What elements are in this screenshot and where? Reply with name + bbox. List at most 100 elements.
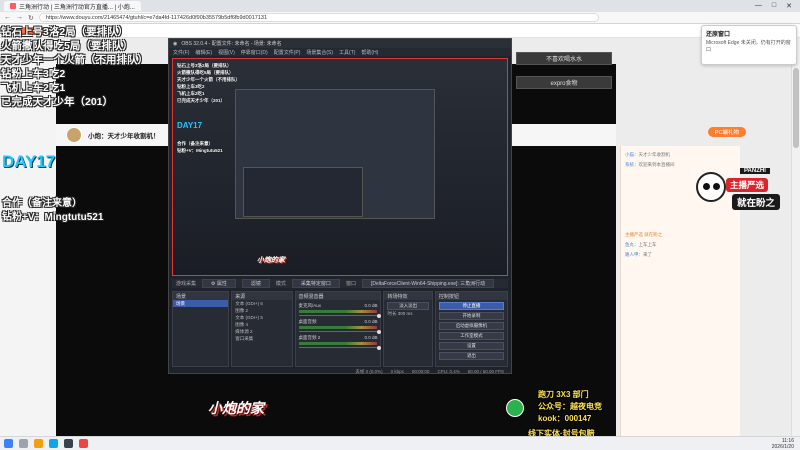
obs-menu-scene-collection[interactable]: 场景集合(S) — [306, 49, 333, 56]
source-item[interactable]: 媒体源 2 — [232, 328, 291, 335]
transitions-dock: 转场特效 淡入淡出 时长 300 ms — [383, 291, 433, 367]
obs-source-toolbar: 游戏采集 ⚙ 属性 滤镜 模式 采集特定窗口 窗口 [DeltaForceCli… — [172, 279, 508, 288]
filters-button[interactable]: 滤镜 — [241, 279, 270, 288]
properties-button[interactable]: ⚙ 属性 — [202, 279, 236, 288]
dark-button-2[interactable]: expro食物 — [516, 76, 612, 89]
audio-meter — [298, 326, 378, 329]
sources-dock-title: 来源 — [232, 292, 292, 300]
start-icon[interactable] — [4, 439, 13, 448]
source-item[interactable]: 图像 4 — [232, 321, 291, 328]
volume-knob[interactable] — [376, 345, 381, 350]
forward-icon[interactable]: → — [16, 14, 23, 21]
source-name: 游戏采集 — [176, 281, 197, 287]
channel-level: 0.0 dB — [364, 335, 378, 340]
coop-line-2: 钻粉+V：Mingtutu521 — [2, 212, 104, 223]
obs-menu-profile[interactable]: 配置文件(P) — [274, 49, 301, 56]
overlay-line-5: 飞机上车2吃1 — [1, 82, 66, 94]
page-scrollbar[interactable] — [791, 38, 800, 436]
obs-menu-tools[interactable]: 工具(T) — [339, 49, 355, 56]
audio-meter — [298, 342, 378, 345]
search-icon[interactable] — [19, 439, 28, 448]
status-dropped-frames: 丢帧 0 (0.0%) — [355, 368, 383, 374]
channel-name: 桌面音频 2 — [298, 335, 321, 340]
volume-knob[interactable] — [376, 329, 381, 334]
address-bar-row: ← → ↻ https://www.douyu.com/21465474/gtu… — [0, 12, 800, 24]
pc-gift-button[interactable]: PC端礼物 — [708, 127, 746, 137]
scenes-dock-title: 场景 — [173, 292, 229, 300]
status-cpu: CPU: 0.4% — [437, 369, 460, 374]
preview-overlay-line: 钻石上号3洛2局（要排队） — [177, 63, 232, 68]
obs-logo-icon: ◉ — [173, 40, 178, 47]
notification-title: 还原窗口 — [706, 32, 731, 38]
controls-dock-title: 控制按钮 — [435, 292, 507, 300]
overlay-line-6: 已完成天才少年（201） — [1, 96, 114, 108]
tab-title: 三角洲行动 | 三角洲行动官方直播... | 小炮... — [19, 4, 135, 11]
studio-mode-button[interactable]: 工作室模式 — [438, 332, 504, 340]
preview-overlay-line: 飞机上车2吃1 — [177, 91, 205, 96]
explorer-icon[interactable] — [34, 439, 43, 448]
streamer-name[interactable]: 小炮：天才少年收割机！ — [88, 130, 160, 140]
url-input[interactable]: https://www.douyu.com/21465474/gtuhl/c=e… — [38, 13, 599, 22]
browser-tab[interactable]: 三角洲行动 | 三角洲行动官方直播... | 小炮... — [4, 1, 141, 11]
edge-notification[interactable]: 还原窗口 Microsoft Edge 未关闭，仍有打开的窗口 — [701, 25, 797, 65]
close-icon[interactable]: ✕ — [786, 2, 792, 10]
window-select[interactable]: [DeltaForceClient-Win64-Shipping.exe]: 三… — [361, 279, 495, 288]
app-icon[interactable] — [79, 439, 88, 448]
dark-button-1[interactable]: 不喜欢喝水水 — [516, 52, 612, 65]
settings-button[interactable]: 设置 — [438, 342, 504, 350]
duration-input[interactable]: 300 ms — [398, 311, 413, 316]
status-fps: 60.00 / 60.00 FPS — [467, 369, 504, 374]
edge-icon[interactable] — [49, 439, 58, 448]
volume-slider[interactable] — [298, 313, 381, 318]
obs-preview[interactable]: 钻石上号3洛2局（要排队） 火箭撒队得吃5局（要排队） 天才少年一个火箭（不用排… — [172, 58, 508, 276]
stop-streaming-button[interactable]: 停止直播 — [438, 302, 504, 310]
transition-select[interactable]: 淡入淡出 — [387, 302, 429, 310]
obs-menu-edit[interactable]: 编辑(E) — [195, 49, 212, 56]
scrollbar-thumb[interactable] — [793, 68, 799, 148]
obs-window: ◉ OBS 32.0.4 - 配置文件: 未命名 - 场景: 未命名 文件(F)… — [168, 38, 512, 374]
channel-level: 0.0 dB — [364, 303, 378, 308]
streamer-avatar[interactable] — [66, 127, 82, 143]
browser-tabbar: 三角洲行动 | 三角洲行动官方直播... | 小炮... — □ ✕ — [0, 0, 800, 12]
exit-button[interactable]: 退出 — [438, 352, 504, 360]
obs-menu-view[interactable]: 视图(V) — [218, 49, 235, 56]
scene-item[interactable]: 场景 — [173, 300, 229, 307]
volume-knob[interactable] — [376, 313, 381, 318]
obs-taskbar-icon[interactable] — [64, 439, 73, 448]
volume-slider[interactable] — [298, 345, 381, 350]
notification-body: Microsoft Edge 未关闭，仍有打开的窗口 — [706, 40, 791, 53]
day-counter: DAY17 — [2, 152, 56, 171]
preview-coop-1: 合作（备注来意） — [177, 141, 213, 146]
chat-message: 小猫：天才少年收割机 — [625, 152, 670, 157]
mode-select[interactable]: 采集特定窗口 — [291, 279, 340, 288]
obs-statusbar: 丢帧 0 (0.0%) 0 kbps 00:00:00 CPU: 0.4% 60… — [172, 368, 508, 375]
preview-day: DAY17 — [177, 121, 203, 130]
virtual-camera-button[interactable]: 启动虚拟摄像机 — [438, 322, 504, 330]
scenes-dock: 场景 场景 — [172, 291, 230, 367]
transitions-dock-title: 转场特效 — [384, 292, 432, 300]
douyu-favicon-icon — [10, 3, 16, 9]
panzhi-tag: PANZHI — [740, 168, 770, 174]
start-recording-button[interactable]: 开始录制 — [438, 312, 504, 320]
source-item[interactable]: 文本 (GDI+) 6 — [232, 300, 291, 307]
system-clock[interactable]: 11:16 2026/1/20 — [772, 438, 800, 450]
obs-menu-help[interactable]: 帮助(H) — [361, 49, 378, 56]
promo-line-1: 跑刀 3X3 部门 — [538, 390, 589, 399]
back-icon[interactable]: ← — [4, 14, 11, 21]
refresh-icon[interactable]: ↻ — [28, 14, 34, 22]
obs-menu-docks[interactable]: 停靠窗口(D) — [241, 49, 268, 56]
chat-message: 路人甲：来了 — [625, 252, 652, 257]
audio-meter — [298, 310, 378, 313]
source-item[interactable]: 窗口采集 — [232, 335, 291, 342]
minimize-icon[interactable]: — — [755, 2, 762, 10]
source-item[interactable]: 图像 2 — [232, 307, 291, 314]
preview-coop-2: 钻粉+V：Mingtutu521 — [177, 148, 223, 153]
obs-menu-file[interactable]: 文件(F) — [173, 49, 189, 56]
panda-icon — [696, 172, 726, 202]
preview-logo: 小炮的家 — [257, 257, 285, 264]
duration-label: 时长 — [387, 310, 397, 316]
source-item[interactable]: 文本 (GDI+) 5 — [232, 314, 291, 321]
volume-slider[interactable] — [298, 329, 381, 334]
maximize-icon[interactable]: □ — [772, 2, 776, 10]
mixer-channel: 桌面音频 2 0.0 dB — [298, 335, 381, 350]
